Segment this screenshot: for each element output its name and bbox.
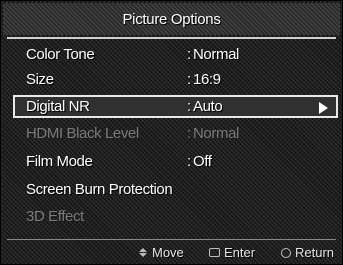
return-icon — [281, 247, 291, 258]
enter-hint: Enter — [209, 245, 255, 260]
menu-item-value: Off — [193, 153, 212, 170]
move-label: Move — [152, 245, 184, 260]
enter-label: Enter — [224, 245, 256, 260]
menu-item-label: Screen Burn Protection — [26, 181, 173, 198]
footer-hints: Move Enter Return — [1, 245, 343, 263]
menu-item-label: Film Mode — [26, 153, 93, 170]
menu-item-separator: : — [187, 153, 191, 170]
menu-item-screen-burn-protection[interactable]: Screen Burn Protection — [13, 178, 338, 201]
return-label: Return — [295, 245, 335, 260]
menu-item-digital-nr[interactable]: Digital NR : Auto — [13, 95, 338, 118]
menu-item-label: Color Tone — [26, 46, 95, 63]
menu-item-label: 3D Effect — [26, 208, 84, 225]
menu-item-label: Digital NR — [26, 98, 90, 115]
menu-item-separator: : — [187, 71, 191, 88]
footer-divider — [7, 239, 336, 240]
menu-item-separator: : — [187, 125, 191, 142]
menu-item-value: Normal — [193, 125, 239, 142]
menu-item-separator: : — [187, 46, 191, 63]
menu-item-value: Normal — [193, 46, 239, 63]
menu-item-label: Size — [26, 71, 54, 88]
menu-item-value: 16:9 — [193, 71, 221, 88]
title-divider — [7, 37, 336, 39]
menu-item-size[interactable]: Size : 16:9 — [13, 68, 338, 91]
menu-item-separator: : — [187, 98, 191, 115]
move-hint: Move — [139, 245, 184, 260]
menu-item-label: HDMI Black Level — [26, 125, 139, 142]
menu-item-color-tone[interactable]: Color Tone : Normal — [13, 43, 338, 66]
menu-title: Picture Options — [3, 3, 340, 35]
menu-item-film-mode[interactable]: Film Mode : Off — [13, 150, 338, 173]
return-hint: Return — [281, 245, 334, 260]
menu-item-hdmi-black-level: HDMI Black Level : Normal — [13, 122, 338, 145]
submenu-arrow-icon — [319, 102, 328, 114]
picture-options-menu: Picture Options Color Tone : Normal Size… — [0, 0, 343, 265]
enter-icon — [209, 248, 220, 257]
up-down-arrows-icon — [139, 248, 148, 257]
menu-item-value: Auto — [193, 98, 223, 115]
menu-item-3d-effect: 3D Effect — [13, 205, 338, 228]
